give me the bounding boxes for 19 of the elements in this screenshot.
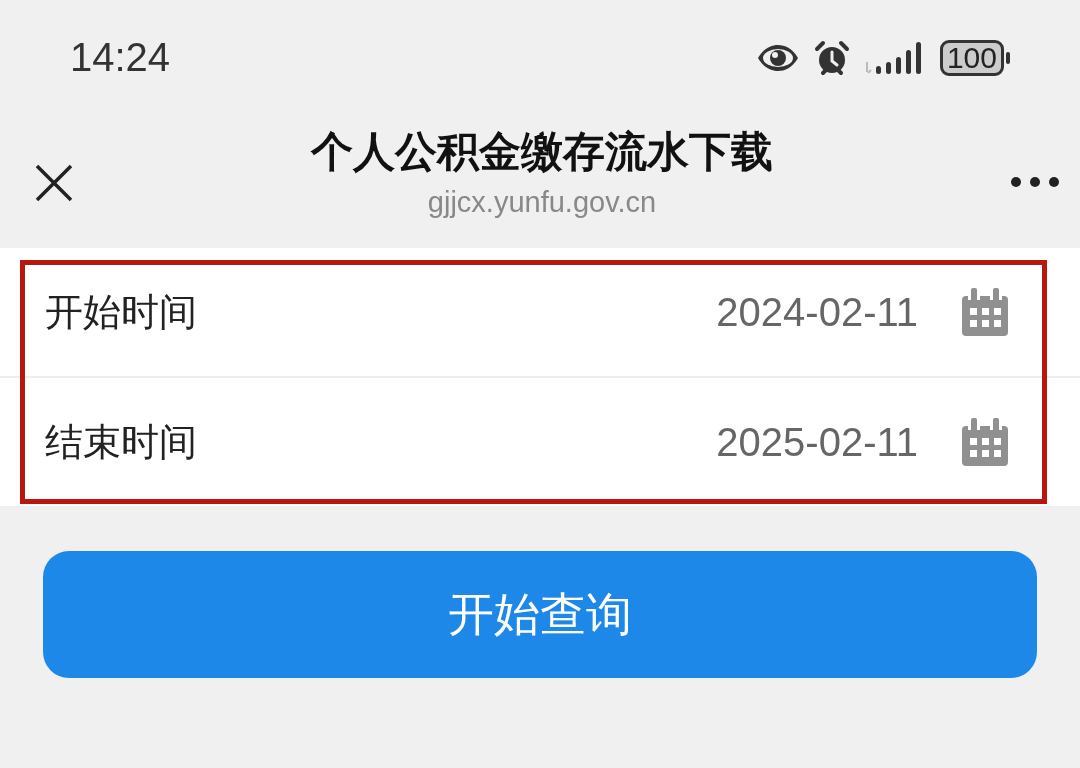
calendar-icon [962, 418, 1008, 466]
battery-level: 100 [939, 39, 1004, 76]
more-button[interactable] [1010, 175, 1060, 188]
clock-time: 14:24 [70, 35, 171, 80]
page-title: 个人公积金缴存流水下载 [311, 127, 773, 177]
close-button[interactable] [34, 162, 74, 203]
calendar-icon [962, 288, 1008, 336]
more-icon [1010, 175, 1060, 188]
field-label: 开始时间 [45, 289, 198, 335]
date-value: 2025-02-11 [716, 419, 918, 465]
date-field[interactable]: 开始时间 2024-02-11 [0, 248, 1080, 376]
eye-icon [755, 42, 800, 73]
page-url: gjjcx.yunfu.gov.cn [427, 186, 657, 219]
close-icon [34, 162, 74, 203]
field-label: 结束时间 [45, 419, 198, 465]
query-button[interactable]: 开始查询 [43, 551, 1037, 678]
date-field[interactable]: 结束时间 2025-02-11 [0, 376, 1080, 506]
date-value: 2024-02-11 [716, 289, 918, 335]
alarm-clock-icon [813, 39, 850, 76]
